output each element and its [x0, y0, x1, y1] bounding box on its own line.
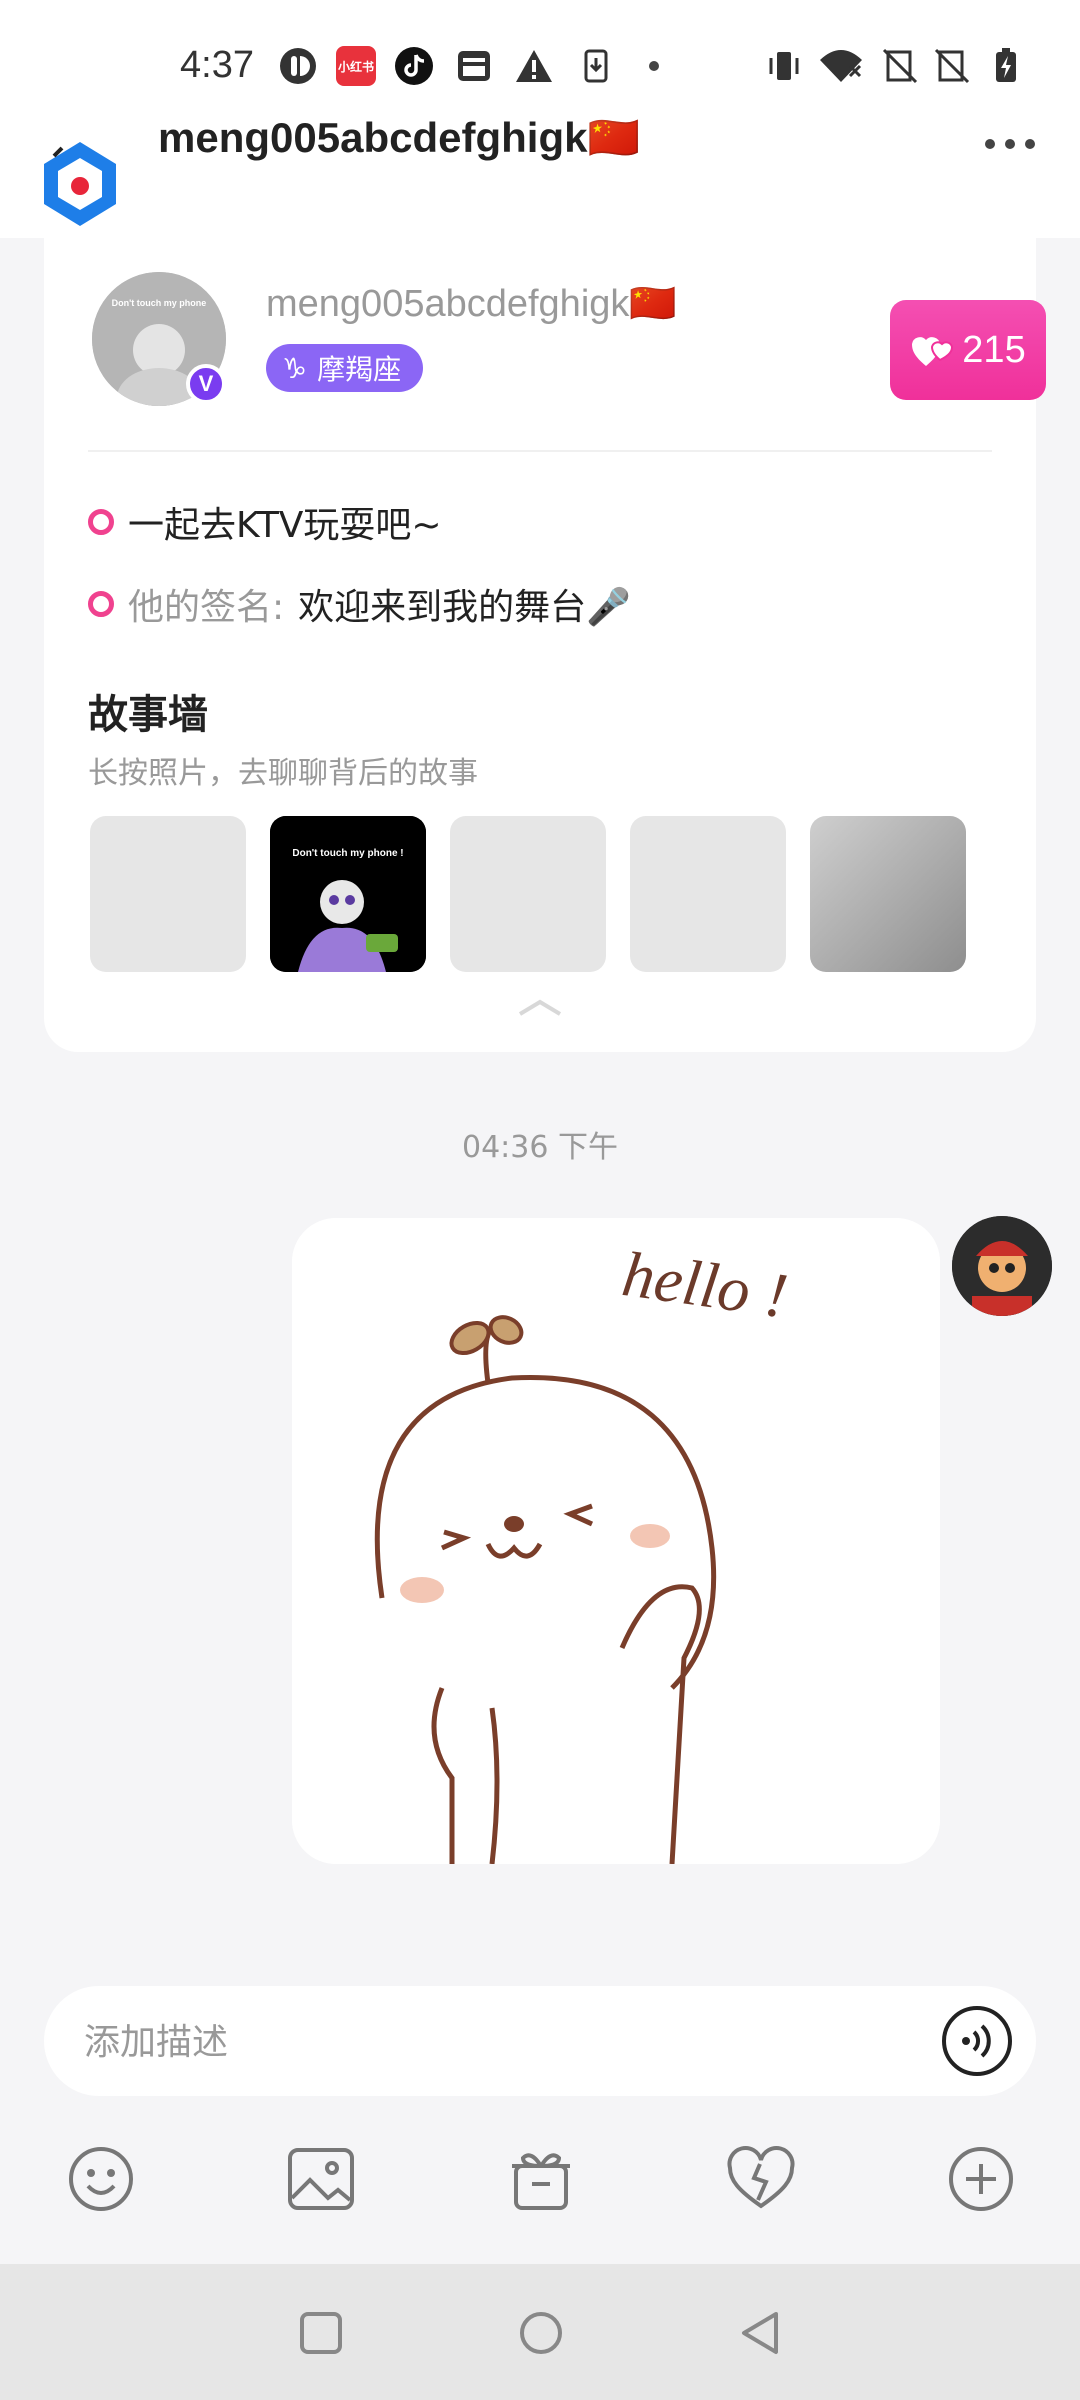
no-sim-icon-2	[934, 48, 970, 84]
back-icon[interactable]	[736, 2308, 786, 2358]
avatar-caption: Don't touch my phone	[112, 298, 207, 308]
zodiac-badge: ♑ 摩羯座	[266, 344, 424, 392]
zodiac-label: 摩羯座	[317, 353, 402, 386]
signature-text: 欢迎来到我的舞台🎤	[298, 587, 631, 628]
warning-icon	[516, 50, 552, 82]
story-wall-title: 故事墙	[88, 692, 208, 738]
hello-sticker-image: hello !	[292, 1218, 940, 1864]
app-notification-icon	[280, 48, 316, 84]
verified-badge: V	[186, 364, 226, 404]
tiktok-icon	[395, 47, 433, 85]
plus-icon[interactable]	[944, 2142, 1018, 2216]
chevron-up-icon[interactable]	[516, 998, 564, 1018]
wifi-icon	[820, 50, 862, 82]
emoji-icon[interactable]	[64, 2142, 138, 2216]
hearts-icon	[912, 337, 954, 366]
status-text: 一起去KTV玩耍吧~	[128, 505, 442, 546]
zodiac-icon: ♑	[282, 351, 308, 385]
status-time: 4:37	[180, 44, 254, 86]
header: meng005abcdefghigk🇨🇳	[0, 96, 1080, 238]
signature-label: 他的签名:	[128, 587, 285, 628]
dot-icon	[649, 61, 659, 71]
home-icon[interactable]	[516, 2308, 566, 2358]
story-photo[interactable]	[630, 816, 786, 972]
window-icon	[458, 51, 490, 81]
toolbar	[0, 2130, 1080, 2260]
xiaohongshu-icon: 小红书	[336, 46, 376, 86]
bullet-icon	[88, 509, 114, 535]
photo-caption: Don't touch my phone !	[292, 848, 403, 859]
battery-charging-icon	[996, 48, 1016, 82]
image-icon[interactable]	[284, 2142, 358, 2216]
header-title: meng005abcdefghigk🇨🇳	[158, 114, 640, 161]
story-photo[interactable]	[810, 816, 966, 972]
story-wall-subtitle: 长按照片，去聊聊背后的故事	[88, 756, 478, 791]
navigation-bar	[0, 2264, 1080, 2400]
download-icon	[584, 49, 608, 83]
divider	[88, 450, 992, 452]
recents-icon[interactable]	[296, 2308, 346, 2358]
story-photo[interactable]	[450, 816, 606, 972]
story-photo[interactable]: Don't touch my phone !	[270, 816, 426, 972]
profile-card: Don't touch my phone V meng005abcdefghig…	[44, 238, 1046, 1052]
signature-line: 他的签名: 欢迎来到我的舞台🎤	[88, 578, 631, 630]
my-avatar[interactable]	[952, 1216, 1052, 1316]
vibrate-icon	[769, 52, 799, 80]
like-count-button[interactable]: 215	[890, 300, 1046, 400]
heart-icon[interactable]	[724, 2142, 798, 2216]
status-line: 一起去KTV玩耍吧~	[88, 496, 442, 548]
more-icon[interactable]	[980, 132, 1040, 156]
sticker-message[interactable]: hello !	[292, 1218, 940, 1864]
description-input-container	[44, 1986, 1036, 2098]
profile-name: meng005abcdefghigk🇨🇳	[266, 283, 677, 325]
app-logo-icon[interactable]	[32, 136, 128, 232]
voice-icon[interactable]	[940, 2004, 1014, 2078]
story-photo[interactable]	[90, 816, 246, 972]
gift-icon[interactable]	[504, 2142, 578, 2216]
description-input[interactable]	[82, 1986, 906, 2098]
like-count: 215	[962, 328, 1026, 371]
no-sim-icon	[882, 48, 918, 84]
chat-timestamp: 04:36 下午	[462, 1130, 618, 1165]
bullet-icon	[88, 591, 114, 617]
